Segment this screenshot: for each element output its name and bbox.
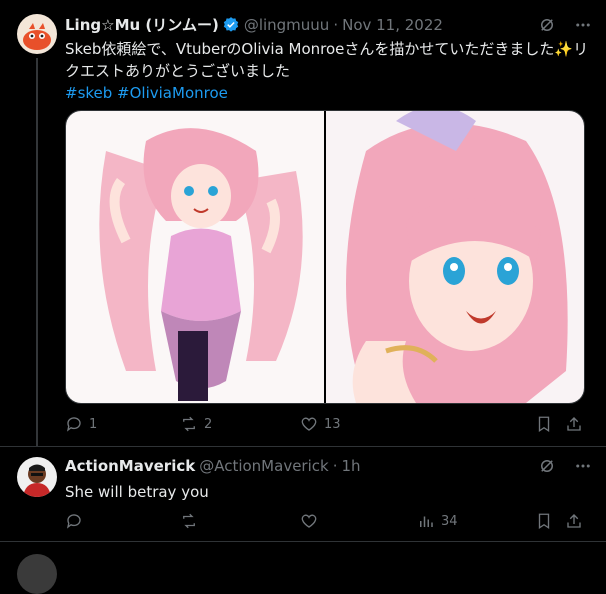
tweet-text: Skeb依頼絵で、VtuberのOlivia Monroeさんを描かせていただき… (65, 38, 592, 104)
tweet-reply[interactable]: ActionMaverick @ActionMaverick · 1h She … (0, 447, 606, 542)
bookmark-button[interactable] (535, 512, 553, 530)
bookmark-icon (538, 416, 550, 433)
share-button[interactable] (565, 512, 583, 530)
thread-connector-line (36, 58, 38, 446)
tweet-header: ActionMaverick @ActionMaverick · 1h (65, 457, 592, 475)
reply-icon (66, 417, 81, 432)
retweet-button[interactable] (180, 512, 204, 530)
tweet-actions: 34 (65, 511, 585, 531)
author-name[interactable]: Ling☆Mu (リンムー) (65, 14, 219, 35)
tweet-text-line: Skeb依頼絵で、VtuberのOlivia Monroeさんを描かせていただき… (65, 40, 589, 58)
tweet-text: She will betray you (65, 483, 209, 501)
retweet-count: 2 (204, 416, 213, 432)
author-handle[interactable]: @ActionMaverick (199, 457, 329, 475)
reply-icon (66, 514, 81, 529)
avatar[interactable] (17, 14, 57, 54)
reply-button[interactable] (65, 512, 89, 530)
separator-dot: · (332, 457, 338, 475)
tweet-date[interactable]: 1h (341, 457, 360, 475)
media-image-1[interactable] (66, 111, 324, 403)
media-grid (65, 110, 585, 404)
tweet-date[interactable]: Nov 11, 2022 (342, 16, 443, 34)
reply-button[interactable]: 1 (65, 415, 97, 433)
avatar (17, 554, 57, 594)
next-tweet-partial (0, 542, 606, 594)
author-name[interactable]: ActionMaverick (65, 457, 195, 475)
retweet-button[interactable]: 2 (180, 415, 212, 433)
share-icon (567, 514, 581, 528)
separator-dot: · (333, 15, 339, 34)
tweet-header: Ling☆Mu (リンムー) @lingmuuu · Nov 11, 2022 (65, 14, 592, 35)
heart-icon (301, 417, 317, 431)
reply-count: 1 (89, 416, 98, 432)
share-icon (567, 417, 581, 431)
grok-icon[interactable] (538, 457, 556, 475)
retweet-icon (183, 513, 195, 529)
more-options-icon[interactable] (574, 457, 592, 475)
views-button[interactable]: 34 (417, 512, 458, 530)
author-handle[interactable]: @lingmuuu (244, 16, 330, 34)
heart-icon (301, 514, 317, 528)
like-button[interactable]: 13 (300, 415, 341, 433)
verified-badge-icon (223, 16, 239, 32)
bookmark-button[interactable] (535, 415, 553, 433)
avatar[interactable] (17, 457, 57, 497)
bookmark-icon (538, 513, 550, 530)
like-count: 13 (324, 416, 341, 432)
retweet-icon (183, 416, 195, 432)
views-icon (420, 516, 433, 527)
like-button[interactable] (300, 512, 324, 530)
tweet-text-line: クエストありがとうございました (65, 62, 291, 80)
more-options-icon[interactable] (574, 16, 592, 34)
hashtags-link[interactable]: #skeb #OliviaMonroe (65, 82, 592, 104)
grok-icon[interactable] (538, 16, 556, 34)
view-count: 34 (441, 513, 458, 529)
tweet-actions: 1 2 13 (65, 414, 585, 434)
tweet-original[interactable]: Ling☆Mu (リンムー) @lingmuuu · Nov 11, 2022 … (0, 0, 606, 447)
share-button[interactable] (565, 415, 583, 433)
media-image-2[interactable] (326, 111, 584, 403)
